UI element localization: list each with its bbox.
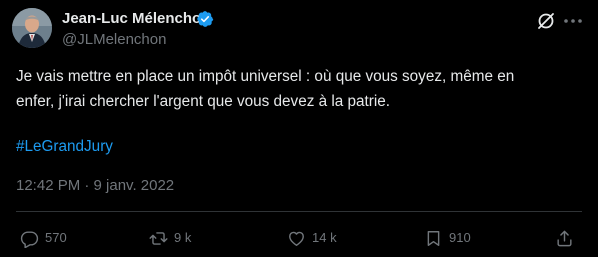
display-name[interactable]: Jean-Luc Mélenchon	[62, 10, 210, 28]
views-count: 910	[449, 230, 471, 245]
share-button[interactable]	[555, 228, 574, 248]
like-icon	[289, 231, 304, 246]
verified-badge-icon	[197, 11, 214, 27]
repost-button[interactable]: 9 k	[149, 228, 191, 248]
tweet-text-line: Je vais mettre en place un impôt univers…	[16, 68, 515, 85]
share-icon	[557, 230, 572, 246]
avatar[interactable]	[12, 8, 52, 48]
repost-icon	[149, 231, 168, 245]
like-button[interactable]: 14 k	[287, 228, 337, 248]
more-icon[interactable]	[562, 13, 584, 29]
tweet-text: Je vais mettre en place un impôt univers…	[16, 64, 582, 114]
reply-button[interactable]: 570	[20, 228, 67, 248]
grok-icon[interactable]	[536, 11, 556, 31]
tweet[interactable]: Jean-Luc Mélenchon @JLMelenchon Je vais …	[0, 0, 598, 257]
repost-count: 9 k	[174, 230, 192, 245]
reply-icon	[20, 230, 39, 248]
views-button[interactable]: 910	[424, 228, 471, 248]
like-count: 14 k	[312, 230, 337, 245]
reply-count: 570	[45, 230, 67, 245]
divider	[16, 211, 582, 212]
avatar-image	[12, 8, 52, 48]
views-icon	[427, 230, 440, 246]
timestamp[interactable]: 12:42 PM · 9 janv. 2022	[16, 177, 174, 195]
handle[interactable]: @JLMelenchon	[62, 31, 166, 49]
tweet-text-line: enfer, j'irai chercher l'argent que vous…	[16, 93, 391, 110]
hashtag-link[interactable]: #LeGrandJury	[16, 137, 113, 157]
